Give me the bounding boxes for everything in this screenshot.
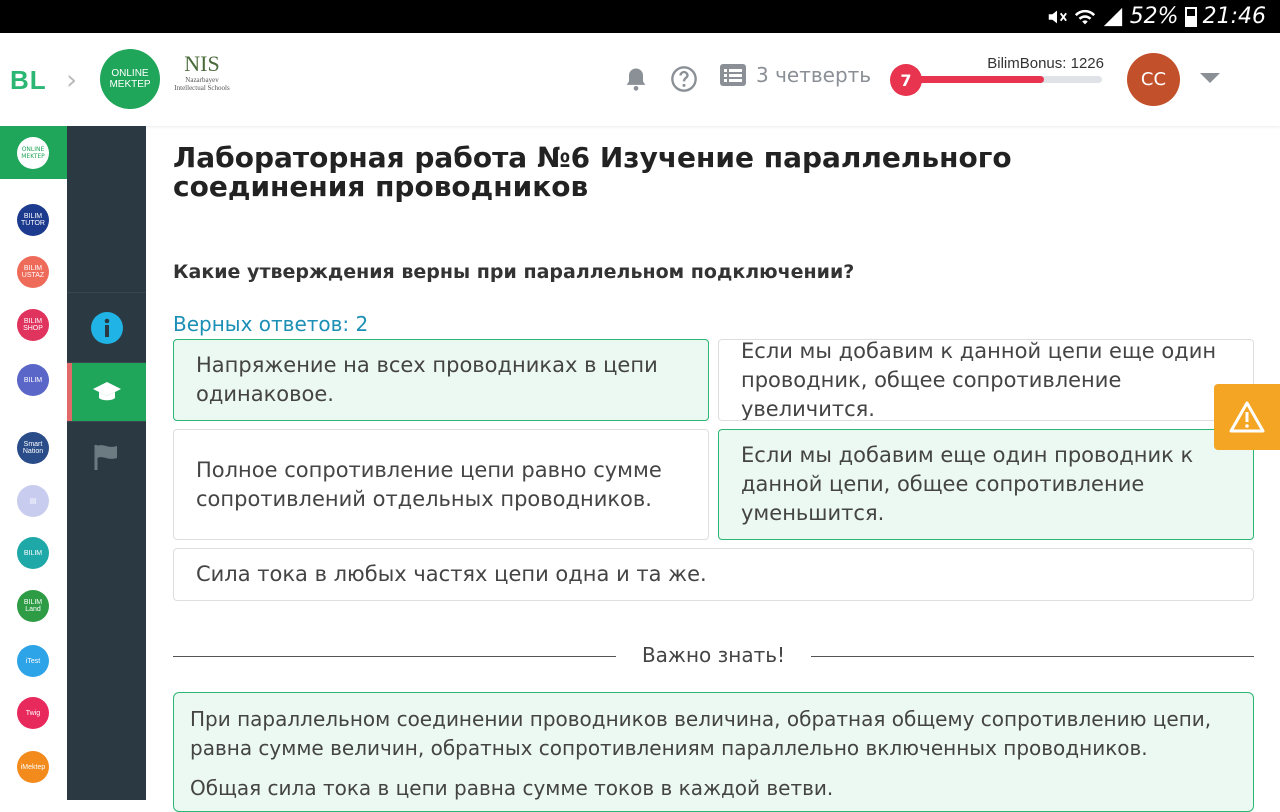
nis-logo-text: NIS [184, 51, 220, 76]
level-badge: 7 [890, 64, 922, 96]
nav-info[interactable] [67, 292, 146, 362]
bell-icon[interactable] [622, 65, 650, 93]
battery-percent: 52% [1129, 4, 1179, 29]
rail-active-app[interactable]: ONLINE MEKTEP [0, 126, 67, 179]
wifi-icon [1074, 9, 1095, 24]
online-mektep-line2: MEKTEP [109, 79, 151, 90]
nav-flag[interactable] [67, 421, 146, 491]
online-mektep-line1: ONLINE [111, 68, 149, 79]
answer-option[interactable]: Если мы добавим еще один проводник к дан… [718, 429, 1254, 540]
bilim-expert-app[interactable]: BILIM [17, 364, 49, 396]
page-title: Лабораторная работа №6 Изучение параллел… [173, 141, 1012, 203]
bilim-bonus-title: BilimBonus: [987, 55, 1067, 72]
signal-icon [1103, 7, 1122, 26]
online-mektep-rail-icon: ONLINE MEKTEP [17, 137, 49, 169]
lesson-side-nav [67, 126, 146, 800]
info-icon [90, 311, 123, 344]
important-heading: Важно знать! [641, 643, 786, 667]
bilimland-logo[interactable]: BL [10, 65, 47, 96]
twig-app[interactable]: Twig [17, 697, 49, 729]
bilim-bonus-label: BilimBonus: 1226 [987, 55, 1104, 72]
bilim-tutor-app[interactable]: BILIM TUTOR [17, 204, 49, 236]
quarter-selector[interactable]: 3 четверть [720, 63, 871, 87]
bilim-olimp-app[interactable]: BILIM [17, 537, 49, 569]
level-progress-track [910, 76, 1102, 83]
info-paragraph: Общая сила тока в цепи равна сумме токов… [190, 776, 834, 800]
news-app[interactable]: ▤ [17, 485, 49, 517]
correct-answers-count: Верных ответов: 2 [173, 312, 369, 336]
answer-option[interactable]: Если мы добавим к данной цепи еще один п… [718, 339, 1254, 421]
imektep-app[interactable]: iMektep [17, 751, 49, 783]
quarter-label: 3 четверть [756, 63, 872, 87]
user-avatar[interactable]: CC [1127, 53, 1180, 106]
mute-icon [1048, 10, 1067, 23]
divider-right [811, 656, 1254, 657]
bilim-bonus-value: 1226 [1070, 55, 1104, 72]
online-mektep-logo[interactable]: ONLINE MEKTEP [100, 49, 160, 109]
clock: 21:46 [1202, 4, 1266, 29]
answer-option[interactable]: Полное сопротивление цепи равно сумме со… [173, 429, 709, 540]
bilim-land-app[interactable]: BILIM Land [17, 590, 49, 622]
list-icon [720, 64, 746, 86]
nis-logo: NIS Nazarbayev Intellectual Schools [172, 51, 232, 111]
answer-option[interactable]: Напряжение на всех проводниках в цепи од… [173, 339, 709, 421]
battery-icon [1184, 6, 1197, 27]
level-progress-fill [910, 76, 1045, 83]
answer-option[interactable]: Сила тока в любых частях цепи одна и та … [173, 548, 1254, 601]
info-paragraph: При параллельном соединении проводников … [190, 707, 1212, 760]
smart-nation-app[interactable]: Smart Nation [17, 432, 49, 464]
report-problem-button[interactable] [1214, 384, 1280, 450]
chevron-right-icon: › [66, 63, 78, 96]
app-header: BL › ONLINE MEKTEP NIS Nazarbayev Intell… [0, 33, 1280, 126]
flag-icon [94, 444, 117, 470]
question-text: Какие утверждения верны при параллельном… [173, 261, 855, 283]
warning-icon [1229, 401, 1265, 433]
nav-lesson[interactable] [67, 362, 146, 421]
chevron-down-icon[interactable] [1200, 73, 1220, 83]
help-icon[interactable] [670, 65, 698, 93]
itest-app[interactable]: iTest [17, 645, 49, 677]
system-status-bar: 52% 21:46 [0, 0, 1280, 33]
apps-rail: ONLINE MEKTEP BILIM TUTOR BILIM USTAZ BILI… [0, 126, 67, 800]
bilim-ustaz-app[interactable]: BILIM USTAZ [17, 256, 49, 288]
nis-logo-subtitle: Nazarbayev Intellectual Schools [174, 76, 230, 92]
graduation-cap-icon [92, 382, 121, 401]
info-box: При параллельном соединении проводников … [173, 692, 1254, 812]
bilim-shop-app[interactable]: BILIM SHOP [17, 309, 49, 341]
bilim-bonus-progress: BilimBonus: 1226 7 [890, 55, 1110, 105]
lesson-content: Лабораторная работа №6 Изучение параллел… [173, 126, 1254, 812]
